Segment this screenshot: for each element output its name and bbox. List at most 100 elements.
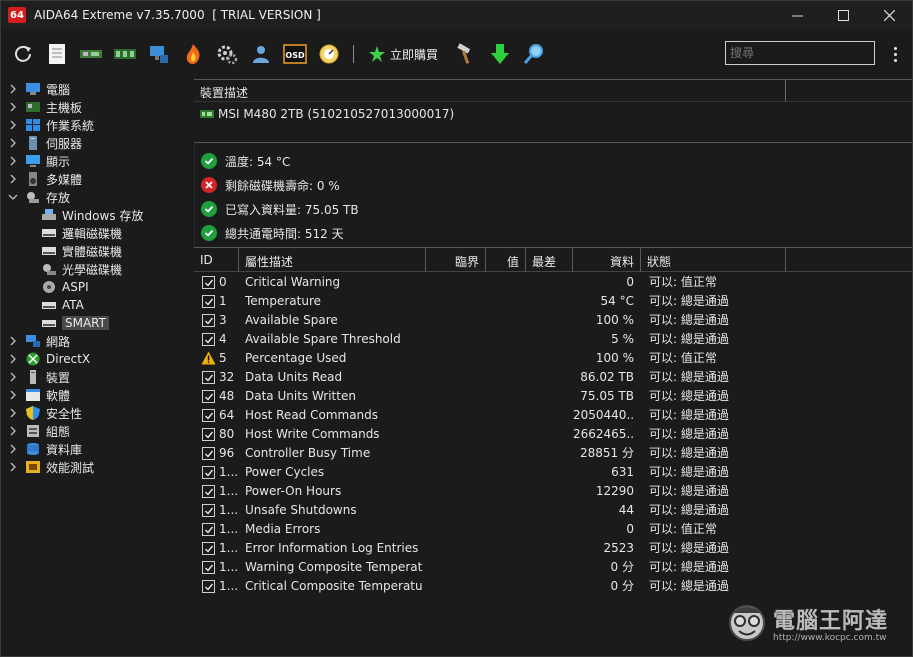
tree-item[interactable]: 效能測試 xyxy=(7,458,94,476)
checkbox[interactable] xyxy=(202,428,215,441)
tree-item[interactable]: 光學磁碟機 xyxy=(41,260,122,278)
checkbox[interactable] xyxy=(202,485,215,498)
status-item[interactable]: 溫度: 54 °C xyxy=(201,149,359,173)
user-button[interactable] xyxy=(249,42,273,66)
tree-item[interactable]: 邏輯磁碟機 xyxy=(41,224,122,242)
tree-item[interactable]: 軟體 xyxy=(7,386,70,404)
chevron-right-icon[interactable] xyxy=(7,371,19,383)
table-row[interactable]: 1... Power Cycles 631 可以: 總是通過 xyxy=(194,463,912,482)
tree-item[interactable]: 多媒體 xyxy=(7,170,82,188)
checkbox[interactable] xyxy=(202,295,215,308)
search-input[interactable] xyxy=(725,41,875,65)
checkbox[interactable] xyxy=(202,333,215,346)
chevron-right-icon[interactable] xyxy=(7,353,19,365)
tree-item[interactable]: 作業系統 xyxy=(7,116,94,134)
chevron-right-icon[interactable] xyxy=(7,443,19,455)
table-row[interactable]: 96 Controller Busy Time 28851 分 可以: 總是通過 xyxy=(194,444,912,463)
osd-button[interactable]: OSD xyxy=(283,42,307,66)
checkbox[interactable] xyxy=(202,371,215,384)
refresh-button[interactable] xyxy=(11,42,35,66)
chevron-down-icon[interactable] xyxy=(7,191,19,203)
device-description-header[interactable]: 裝置描述 xyxy=(194,80,786,102)
chevron-right-icon[interactable] xyxy=(7,83,19,95)
tree-item[interactable]: 資料庫 xyxy=(7,440,82,458)
checkbox[interactable] xyxy=(202,314,215,327)
table-row[interactable]: 32 Data Units Read 86.02 TB 可以: 總是通過 xyxy=(194,368,912,387)
chevron-right-icon[interactable] xyxy=(7,335,19,347)
buy-now-button[interactable]: 立即購買 xyxy=(368,45,438,63)
tree-item[interactable]: 存放 xyxy=(7,188,70,206)
more-menu-button[interactable] xyxy=(887,41,903,67)
col-header-data[interactable]: 資料 xyxy=(573,248,641,272)
memory-button[interactable] xyxy=(113,42,137,66)
table-row[interactable]: 64 Host Read Commands 2050440... 可以: 總是通過 xyxy=(194,406,912,425)
checkbox[interactable] xyxy=(202,466,215,479)
device-row[interactable]: MSI M480 2TB (510210527013000017) xyxy=(200,107,454,121)
status-item[interactable]: 已寫入資料量: 75.05 TB xyxy=(201,197,359,221)
col-header-value[interactable]: 值 xyxy=(486,248,526,272)
col-header-threshold[interactable]: 臨界 xyxy=(426,248,486,272)
table-row[interactable]: 0 Critical Warning 0 可以: 值正常 xyxy=(194,273,912,292)
flame-button[interactable] xyxy=(181,42,205,66)
tools-button[interactable] xyxy=(454,42,478,66)
chevron-right-icon[interactable] xyxy=(7,389,19,401)
tree-item[interactable]: 網路 xyxy=(7,332,70,350)
maximize-button[interactable] xyxy=(820,1,866,29)
tree-item[interactable]: 組態 xyxy=(7,422,70,440)
checkbox[interactable] xyxy=(202,542,215,555)
col-header-attribute[interactable]: 屬性描述 xyxy=(239,248,426,272)
tree-item[interactable]: DirectX xyxy=(7,350,90,368)
table-row[interactable]: 1... Unsafe Shutdowns 44 可以: 總是通過 xyxy=(194,501,912,520)
table-row[interactable]: 1... Power-On Hours 12290 可以: 總是通過 xyxy=(194,482,912,501)
checkbox[interactable] xyxy=(202,447,215,460)
tree-item[interactable]: 伺服器 xyxy=(7,134,82,152)
table-row[interactable]: 5 Percentage Used 100 % 可以: 值正常 xyxy=(194,349,912,368)
checkbox[interactable] xyxy=(202,409,215,422)
chevron-right-icon[interactable] xyxy=(7,461,19,473)
gears-button[interactable] xyxy=(215,42,239,66)
tree-item[interactable]: 電腦 xyxy=(7,80,70,98)
col-header-status[interactable]: 狀態 xyxy=(641,248,786,272)
col-header-id[interactable]: ID xyxy=(194,248,239,272)
checkbox[interactable] xyxy=(202,523,215,536)
table-row[interactable]: 1 Temperature 54 °C 可以: 總是通過 xyxy=(194,292,912,311)
tree-item[interactable]: ATA xyxy=(41,296,84,314)
status-item[interactable]: 剩餘磁碟機壽命: 0 % xyxy=(201,173,359,197)
search-tool-button[interactable] xyxy=(522,42,546,66)
tree-item[interactable]: ASPI xyxy=(41,278,89,296)
chevron-right-icon[interactable] xyxy=(7,407,19,419)
tree-item[interactable]: Windows 存放 xyxy=(41,206,143,224)
tree-item[interactable]: 實體磁碟機 xyxy=(41,242,122,260)
checkbox[interactable] xyxy=(202,276,215,289)
minimize-button[interactable] xyxy=(774,1,820,29)
table-row[interactable]: 48 Data Units Written 75.05 TB 可以: 總是通過 xyxy=(194,387,912,406)
tree-item[interactable]: SMART xyxy=(41,314,109,332)
gauge-button[interactable] xyxy=(317,42,341,66)
motherboard-button[interactable] xyxy=(79,42,103,66)
chevron-right-icon[interactable] xyxy=(7,101,19,113)
table-row[interactable]: 1... Error Information Log Entries 2523 可以:… xyxy=(194,539,912,558)
table-row[interactable]: 4 Available Spare Threshold 5 % 可以: 總是通過 xyxy=(194,330,912,349)
tree-item[interactable]: 裝置 xyxy=(7,368,70,386)
chevron-right-icon[interactable] xyxy=(7,155,19,167)
table-row[interactable]: 3 Available Spare 100 % 可以: 總是通過 xyxy=(194,311,912,330)
table-row[interactable]: 1... Warning Composite Temperat... 0 分 可以: … xyxy=(194,558,912,577)
download-button[interactable] xyxy=(488,42,512,66)
close-button[interactable] xyxy=(866,1,912,29)
table-row[interactable]: 1... Critical Composite Temperatur... 0 分 可… xyxy=(194,577,912,596)
checkbox[interactable] xyxy=(202,580,215,593)
col-header-worst[interactable]: 最差 xyxy=(526,248,573,272)
chevron-right-icon[interactable] xyxy=(7,137,19,149)
network-button[interactable] xyxy=(147,42,171,66)
table-row[interactable]: 80 Host Write Commands 2662465... 可以: 總是通過 xyxy=(194,425,912,444)
tree-item[interactable]: 顯示 xyxy=(7,152,70,170)
chevron-right-icon[interactable] xyxy=(7,425,19,437)
tree-item[interactable]: 安全性 xyxy=(7,404,82,422)
table-row[interactable]: 1... Media Errors 0 可以: 值正常 xyxy=(194,520,912,539)
checkbox[interactable] xyxy=(202,390,215,403)
tree-item[interactable]: 主機板 xyxy=(7,98,82,116)
status-item[interactable]: 總共通電時間: 512 天 xyxy=(201,221,359,245)
chevron-right-icon[interactable] xyxy=(7,173,19,185)
report-button[interactable] xyxy=(45,42,69,66)
checkbox[interactable] xyxy=(202,561,215,574)
